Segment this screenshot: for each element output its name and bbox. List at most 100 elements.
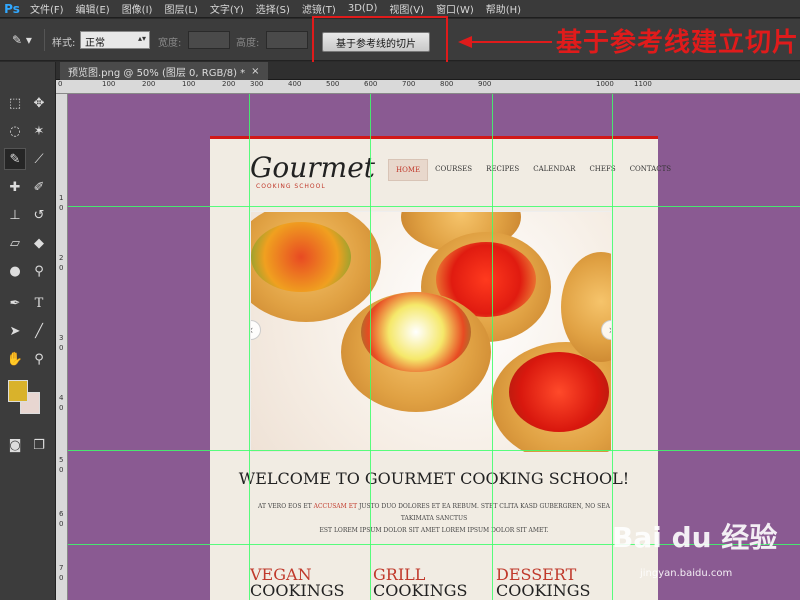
guide-horizontal[interactable] xyxy=(68,206,800,207)
lasso-tool-icon[interactable]: ◌ xyxy=(4,120,26,142)
document-tab-bar: 预览图.png @ 50% (图层 0, RGB/8) * × xyxy=(56,62,800,80)
guide-vertical[interactable] xyxy=(492,94,493,600)
annotation-arrow-line xyxy=(470,41,552,43)
ruler-left-label: 3 xyxy=(59,334,64,342)
baidu-watermark-url: jingyan.baidu.com xyxy=(640,568,733,579)
ruler-top[interactable]: 0 100 200 100 200 300 400 500 600 700 80… xyxy=(56,80,800,94)
ruler-left-label: 0 xyxy=(59,404,64,412)
menu-file[interactable]: 文件(F) xyxy=(24,1,70,16)
ruler-left-label: 7 xyxy=(59,564,64,572)
style-select[interactable]: 正常 ▴▾ xyxy=(80,31,150,49)
history-brush-icon[interactable]: ↺ xyxy=(28,204,50,226)
tart-filling xyxy=(251,222,351,292)
para-accent: ACCUSAM ET xyxy=(313,503,358,510)
pen-tool-icon[interactable]: ✒ xyxy=(4,292,26,314)
ruler-top-label: 800 xyxy=(440,80,454,88)
width-input[interactable] xyxy=(188,31,230,49)
hand-tool-icon[interactable]: ✋ xyxy=(4,348,26,370)
ruler-left-label: 0 xyxy=(59,520,64,528)
ruler-left-label: 1 xyxy=(59,194,64,202)
menu-3d[interactable]: 3D(D) xyxy=(342,3,384,14)
zoom-tool-icon[interactable]: ⚲ xyxy=(28,348,50,370)
site-nav-contacts: CONTACTS xyxy=(629,165,672,173)
ruler-left-label: 6 xyxy=(59,510,64,518)
menu-layer[interactable]: 图层(L) xyxy=(158,1,203,16)
document-tab[interactable]: 预览图.png @ 50% (图层 0, RGB/8) * × xyxy=(60,62,268,80)
site-logo-subtitle: COOKING SCHOOL xyxy=(256,183,326,190)
path-select-icon[interactable]: ➤ xyxy=(4,320,26,342)
col-vegan-sub: COOKINGS xyxy=(250,581,345,600)
menu-filter[interactable]: 滤镜(T) xyxy=(296,1,342,16)
site-logo: Gourmet xyxy=(250,151,376,184)
screen-mode-icon[interactable]: ❐ xyxy=(28,434,50,456)
baidu-watermark: Bai du 经验 xyxy=(612,521,778,554)
height-label: 高度: xyxy=(236,38,260,49)
site-nav-courses: COURSES xyxy=(435,165,473,173)
line-tool-icon[interactable]: ╱ xyxy=(28,320,50,342)
col-dessert-sub: COOKINGS xyxy=(496,581,591,600)
guide-vertical[interactable] xyxy=(249,94,250,600)
paint-bucket-icon[interactable]: ◆ xyxy=(28,232,50,254)
ruler-left-label: 0 xyxy=(59,204,64,212)
dodge-tool-icon[interactable]: ⚲ xyxy=(28,260,50,282)
foreground-color-swatch[interactable] xyxy=(8,380,28,402)
ruler-left-label: 2 xyxy=(59,254,64,262)
menu-select[interactable]: 选择(S) xyxy=(250,1,296,16)
ruler-left-label: 0 xyxy=(59,466,64,474)
magic-wand-icon[interactable]: ✶ xyxy=(28,120,50,142)
menu-help[interactable]: 帮助(H) xyxy=(480,1,527,16)
menu-window[interactable]: 窗口(W) xyxy=(430,1,480,16)
toolbox: ⬚ ✥ ◌ ✶ ✎ ⟋ ✚ ✐ ⊥ ↺ ▱ ◆ ● ⚲ ✒ T ➤ ╱ ✋ ⚲ … xyxy=(0,62,56,600)
healing-brush-icon[interactable]: ✚ xyxy=(4,176,26,198)
eyedropper-icon[interactable]: ⟋ xyxy=(28,148,50,170)
ruler-top-label: 200 xyxy=(142,80,156,88)
brush-tool-icon[interactable]: ✐ xyxy=(28,176,50,198)
ruler-top-label: 100 xyxy=(102,80,116,88)
ruler-top-label: 100 xyxy=(182,80,196,88)
menu-image[interactable]: 图像(I) xyxy=(116,1,159,16)
eraser-tool-icon[interactable]: ▱ xyxy=(4,232,26,254)
site-nav-chefs: CHEFS xyxy=(589,165,616,173)
ruler-top-label: 0 xyxy=(58,80,63,88)
menu-edit[interactable]: 编辑(E) xyxy=(70,1,116,16)
guide-horizontal[interactable] xyxy=(68,450,800,451)
slice-tool-icon[interactable]: ✎ xyxy=(4,148,26,170)
site-nav: HOME COURSES RECIPES CALENDAR CHEFS CONT… xyxy=(388,159,678,181)
col-grill-sub: COOKINGS xyxy=(373,581,468,600)
ruler-left-label: 4 xyxy=(59,394,64,402)
annotation-highlight-box xyxy=(312,16,448,66)
welcome-paragraph: AT VERO EOS ET ACCUSAM ET JUSTO DUO DOLO… xyxy=(250,501,618,537)
ruler-left-label: 0 xyxy=(59,264,64,272)
para-text: AT VERO EOS ET xyxy=(258,503,314,510)
marquee-tool-icon[interactable]: ⬚ xyxy=(4,92,26,114)
type-tool-icon[interactable]: T xyxy=(28,292,50,314)
close-tab-icon[interactable]: × xyxy=(251,66,259,77)
width-label: 宽度: xyxy=(158,38,182,49)
ruler-top-label: 400 xyxy=(288,80,302,88)
height-input[interactable] xyxy=(266,31,308,49)
select-arrows-icon: ▴▾ xyxy=(137,34,146,43)
ruler-top-label: 1100 xyxy=(634,80,652,88)
ruler-left[interactable]: 1 0 2 0 3 0 4 0 5 0 6 0 7 0 xyxy=(56,94,68,600)
site-nav-home: HOME xyxy=(388,159,429,181)
quick-mask-icon[interactable]: ◙ xyxy=(4,434,26,456)
move-tool-icon[interactable]: ✥ xyxy=(28,92,50,114)
guide-vertical[interactable] xyxy=(370,94,371,600)
ruler-left-label: 0 xyxy=(59,574,64,582)
annotation-callout: 基于参考线建立切片 xyxy=(556,28,800,58)
para-text: EST LOREM IPSUM DOLOR SIT AMET LOREM IPS… xyxy=(319,527,549,534)
style-select-value: 正常 xyxy=(85,38,105,49)
hero-image: ‹ › xyxy=(250,211,612,453)
ruler-top-label: 200 xyxy=(222,80,236,88)
tart-filling xyxy=(509,352,609,432)
style-label: 样式: xyxy=(52,38,76,49)
menu-view[interactable]: 视图(V) xyxy=(383,1,430,16)
blur-tool-icon[interactable]: ● xyxy=(4,260,26,282)
slice-tool-preset-icon[interactable]: ✎ ▾ xyxy=(12,33,36,49)
ruler-top-label: 500 xyxy=(326,80,340,88)
site-nav-calendar: CALENDAR xyxy=(533,165,576,173)
clone-stamp-icon[interactable]: ⊥ xyxy=(4,204,26,226)
document-tab-title: 预览图.png @ 50% (图层 0, RGB/8) * xyxy=(68,67,246,79)
menu-type[interactable]: 文字(Y) xyxy=(204,1,250,16)
ruler-top-label: 1000 xyxy=(596,80,614,88)
